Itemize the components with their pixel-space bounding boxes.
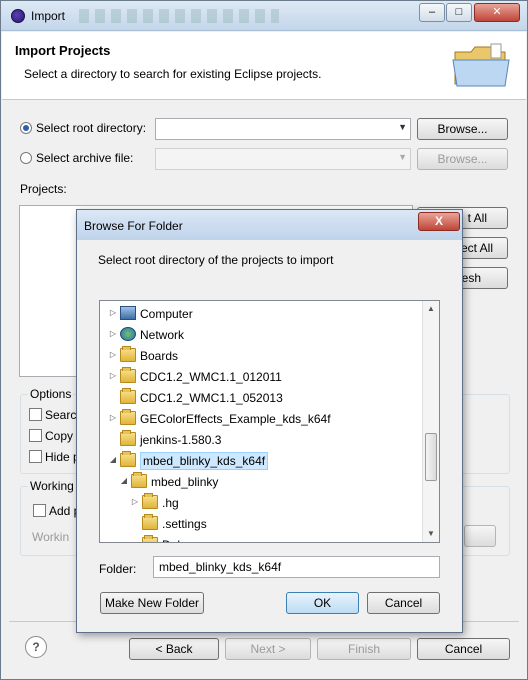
tree-item[interactable]: ▷ GEColorEffects_Example_kds_k64f [100,408,425,429]
dialog-title: Browse For Folder [84,219,183,233]
folder-label: Folder: [99,562,137,576]
folder-icon [120,367,136,383]
add-to-working-set-checkbox[interactable] [33,504,46,517]
folder-icon [142,514,158,530]
tree-item-label: mbed_blinky [151,475,219,489]
title-bar[interactable]: Import – □ ✕ [1,1,527,31]
tree-scrollbar[interactable]: ▲ ▼ [422,301,439,542]
tree-item[interactable]: ▷ Boards [100,345,425,366]
browse-archive-button[interactable]: Browse... [417,148,508,170]
import-folder-icon [452,43,510,87]
collapse-icon[interactable]: ◢ [119,476,129,485]
chevron-down-icon: ▼ [398,122,407,132]
working-sets-field-label: Workin [32,530,70,544]
tree-item-label: Computer [140,307,193,321]
working-sets-select-button[interactable] [464,525,496,547]
tree-item-label: mbed_blinky_kds_k64f [140,452,269,470]
next-button[interactable]: Next > [225,638,311,660]
computer-icon [120,306,136,320]
tree-item[interactable]: ▷ Computer [100,303,425,324]
folder-icon [120,388,136,404]
tree-item-label: CDC1.2_WMC1.1_012011 [140,370,282,384]
hide-projects-label: Hide p [45,450,80,464]
folder-icon [142,535,158,542]
tree-item-label: .hg [162,496,179,510]
expand-icon[interactable]: ▷ [108,350,118,359]
page-title: Import Projects [15,43,111,58]
tree-item[interactable]: ◢ mbed_blinky [100,471,425,492]
select-root-label: Select root directory: [36,121,147,135]
folder-icon [120,346,136,362]
expand-icon[interactable]: ▷ [108,308,118,317]
maximize-button[interactable]: □ [446,3,472,22]
scrollbar-thumb[interactable] [425,433,437,481]
root-directory-combo[interactable]: ▼ [155,118,411,140]
tree-item[interactable]: CDC1.2_WMC1.1_052013 [100,387,425,408]
working-sets-label: Working [28,479,76,493]
wizard-header: Import Projects Select a directory to se… [2,32,526,100]
folder-input[interactable]: mbed_blinky_kds_k64f [153,556,440,578]
collapse-icon[interactable]: ◢ [108,455,118,464]
folder-icon [120,409,136,425]
copy-projects-checkbox[interactable] [29,429,42,442]
expand-icon[interactable]: ▷ [108,413,118,422]
cancel-button[interactable]: Cancel [417,638,510,660]
options-label: Options [28,387,74,401]
scroll-down-icon[interactable]: ▼ [423,526,439,542]
dialog-instruction: Select root directory of the projects to… [98,253,334,267]
tree-item[interactable]: Debug [100,534,425,542]
expand-icon[interactable]: ▷ [130,497,140,506]
ok-button[interactable]: OK [286,592,359,614]
browse-for-folder-dialog: Browse For Folder X Select root director… [76,209,463,633]
page-subtitle: Select a directory to search for existin… [24,67,322,81]
tree-item-label: Network [140,328,185,342]
tree-item[interactable]: .settings [100,513,425,534]
minimize-button[interactable]: – [419,3,445,22]
search-nested-checkbox[interactable] [29,408,42,421]
back-button[interactable]: < Back [129,638,219,660]
dialog-body: Select root directory of the projects to… [82,240,457,627]
folder-tree[interactable]: ▷ Computer ▷ Network ▷ Boards ▷ CDC1.2_WMC1.1_0… [99,300,440,543]
dialog-title-bar[interactable]: Browse For Folder X [77,210,462,240]
finish-button[interactable]: Finish [317,638,411,660]
scroll-up-icon[interactable]: ▲ [423,301,439,317]
tree-item[interactable]: ▷ CDC1.2_WMC1.1_012011 [100,366,425,387]
help-icon[interactable]: ? [25,636,47,658]
close-button[interactable]: ✕ [474,3,520,22]
tree-item-label: jenkins-1.580.3 [140,433,222,447]
tree-item-label: Boards [140,349,179,363]
tree-item-label: .settings [162,517,207,531]
tree-item-label: Debug [162,538,197,542]
select-root-radio[interactable] [20,122,32,134]
browse-root-button[interactable]: Browse... [417,118,508,140]
network-icon [120,327,136,341]
tree-item[interactable]: ◢ mbed_blinky_kds_k64f [100,450,425,471]
projects-label: Projects: [20,182,67,196]
chevron-down-icon: ▼ [398,152,407,162]
tree-item[interactable]: jenkins-1.580.3 [100,429,425,450]
expand-icon[interactable]: ▷ [108,371,118,380]
tree-item[interactable]: ▷ .hg [100,492,425,513]
archive-file-combo[interactable]: ▼ [155,148,411,170]
tree-item-label: CDC1.2_WMC1.1_052013 [140,391,283,405]
folder-icon [120,430,136,446]
make-new-folder-button[interactable]: Make New Folder [100,592,204,614]
select-archive-label: Select archive file: [36,151,134,165]
tree-item-label: GEColorEffects_Example_kds_k64f [140,412,331,426]
expand-icon[interactable]: ▷ [108,329,118,338]
title-bar-background [79,9,279,23]
tree-item[interactable]: ▷ Network [100,324,425,345]
window-title: Import [31,9,66,23]
dialog-close-button[interactable]: X [418,212,460,231]
dialog-cancel-button[interactable]: Cancel [367,592,440,614]
folder-icon [131,472,147,488]
folder-icon [120,451,136,467]
hide-projects-checkbox[interactable] [29,450,42,463]
eclipse-icon [11,9,25,23]
select-archive-radio[interactable] [20,152,32,164]
copy-projects-label: Copy [45,429,74,443]
folder-icon [142,493,158,509]
